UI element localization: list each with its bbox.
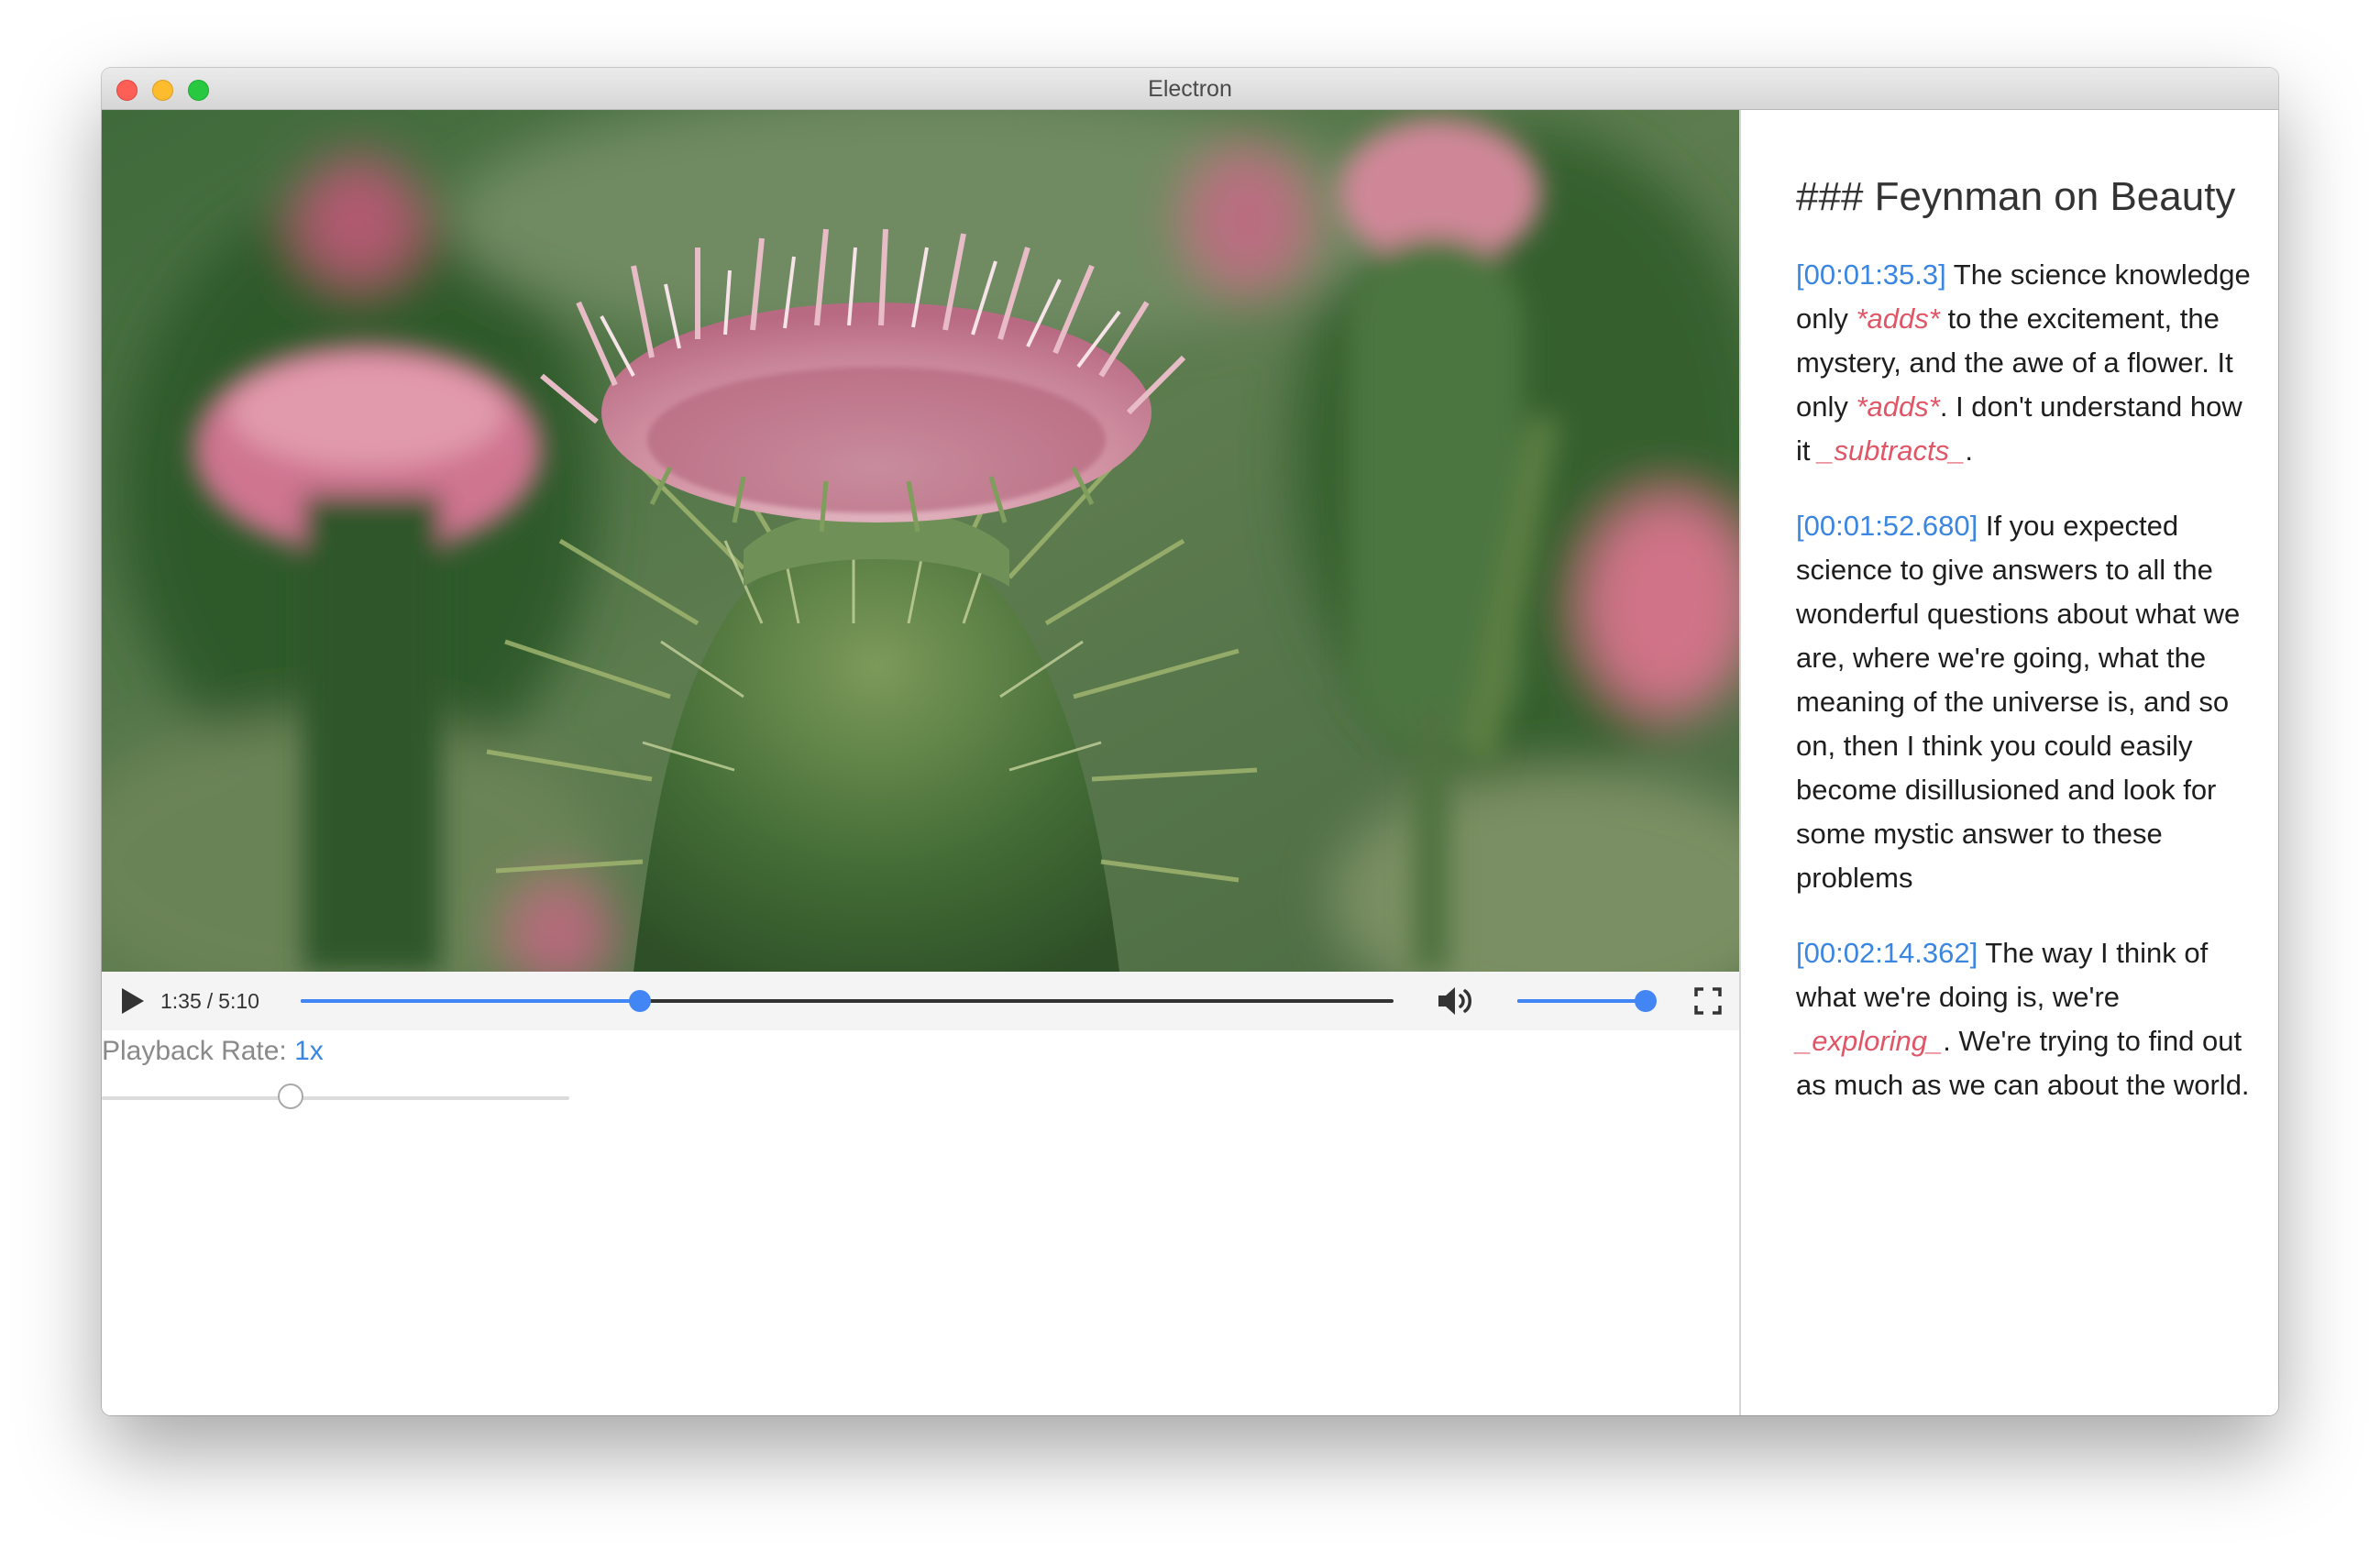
note-text: If you expected science to give answers …	[1796, 510, 2241, 894]
notes-heading: ### Feynman on Beauty	[1796, 174, 2236, 219]
playback-rate-slider[interactable]	[102, 1084, 569, 1109]
note-emphasis: _exploring_	[1796, 1025, 1944, 1057]
current-time: 1:35	[160, 989, 202, 1013]
volume-slider[interactable]	[1517, 990, 1657, 1012]
video-frame[interactable]	[102, 110, 1739, 972]
note-paragraph: [00:01:35.3] The science knowledge only …	[1796, 253, 2264, 473]
playback-rate-label: Playback Rate: 1x	[102, 1036, 324, 1067]
timestamp-link[interactable]: [00:01:35.3]	[1796, 258, 1946, 291]
video-controls: 1:35/5:10	[102, 972, 1739, 1030]
video-pane: 1:35/5:10 Playback Rate: 1x	[102, 110, 1739, 1415]
seek-bar-fill	[301, 999, 640, 1003]
time-display: 1:35/5:10	[160, 972, 259, 1030]
volume-slider-fill	[1517, 999, 1646, 1003]
volume-icon[interactable]	[1437, 984, 1477, 1018]
note-paragraph: [00:02:14.362] The way I think of what w…	[1796, 931, 2264, 1107]
seek-bar[interactable]	[301, 990, 1394, 1012]
timestamp-link[interactable]: [00:02:14.362]	[1796, 937, 1978, 969]
thistle-video-image	[102, 110, 1739, 972]
window-title: Electron	[1148, 76, 1232, 102]
playback-rate-handle[interactable]	[278, 1084, 303, 1109]
note-text: .	[1965, 434, 1974, 467]
seek-bar-handle[interactable]	[628, 990, 651, 1012]
note-emphasis: *adds*	[1856, 302, 1940, 335]
play-icon[interactable]	[122, 988, 144, 1014]
note-paragraph: [00:01:52.680] If you expected science t…	[1796, 504, 2264, 900]
fullscreen-icon[interactable]	[1694, 987, 1722, 1015]
title-bar[interactable]: Electron	[102, 68, 2278, 110]
volume-slider-handle[interactable]	[1635, 990, 1657, 1012]
note-emphasis: *adds*	[1856, 390, 1940, 423]
notes-content[interactable]: ### Feynman on Beauty [00:01:35.3] The s…	[1796, 167, 2264, 1138]
duration: 5:10	[218, 989, 259, 1013]
app-window: Electron 1:35 / 5:10 Playback Rate: 1x #…	[102, 68, 2278, 1415]
playback-rate-value: 1x	[294, 1036, 324, 1066]
notes-pane: ### Feynman on Beauty [00:01:35.3] The s…	[1739, 110, 2278, 1415]
playback-rate-text: Playback Rate:	[102, 1036, 287, 1066]
timestamp-link[interactable]: [00:01:52.680]	[1796, 510, 1978, 542]
note-emphasis: _subtracts_	[1818, 434, 1966, 467]
time-separator: /	[206, 989, 214, 1013]
